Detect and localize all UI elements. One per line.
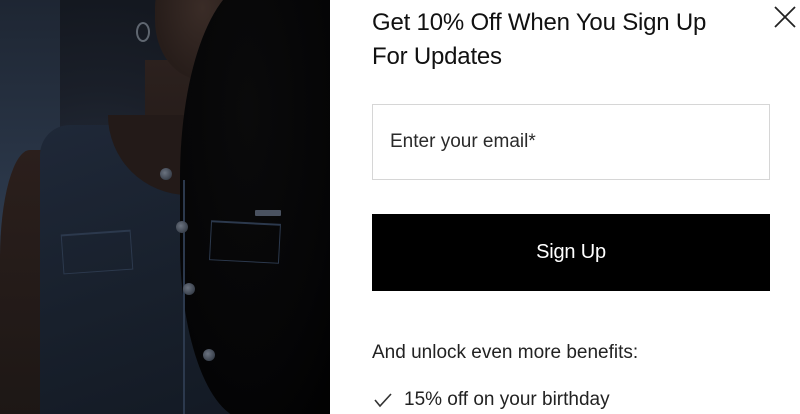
benefits-title: And unlock even more benefits: <box>372 342 639 363</box>
photo-button <box>203 349 215 361</box>
photo-earring <box>136 22 150 42</box>
check-icon <box>372 389 394 411</box>
photo-label-tag <box>255 210 281 216</box>
photo-button <box>176 221 188 233</box>
close-icon <box>774 6 796 28</box>
close-button[interactable] <box>768 0 800 34</box>
photo-button <box>160 168 172 180</box>
photo-button <box>183 283 195 295</box>
popup-title: Get 10% Off When You Sign Up For Updates <box>372 9 707 70</box>
email-field[interactable] <box>372 104 770 180</box>
benefit-item: 15% off on your birthday <box>372 386 610 414</box>
photo-pocket <box>60 229 134 275</box>
benefit-label: 15% off on your birthday <box>404 389 610 410</box>
signup-panel: Get 10% Off When You Sign Up For Updates… <box>330 0 800 414</box>
photo-pocket <box>209 220 281 264</box>
promo-image <box>0 0 330 414</box>
photo-placket <box>183 180 185 414</box>
sign-up-button[interactable]: Sign Up <box>372 214 770 291</box>
